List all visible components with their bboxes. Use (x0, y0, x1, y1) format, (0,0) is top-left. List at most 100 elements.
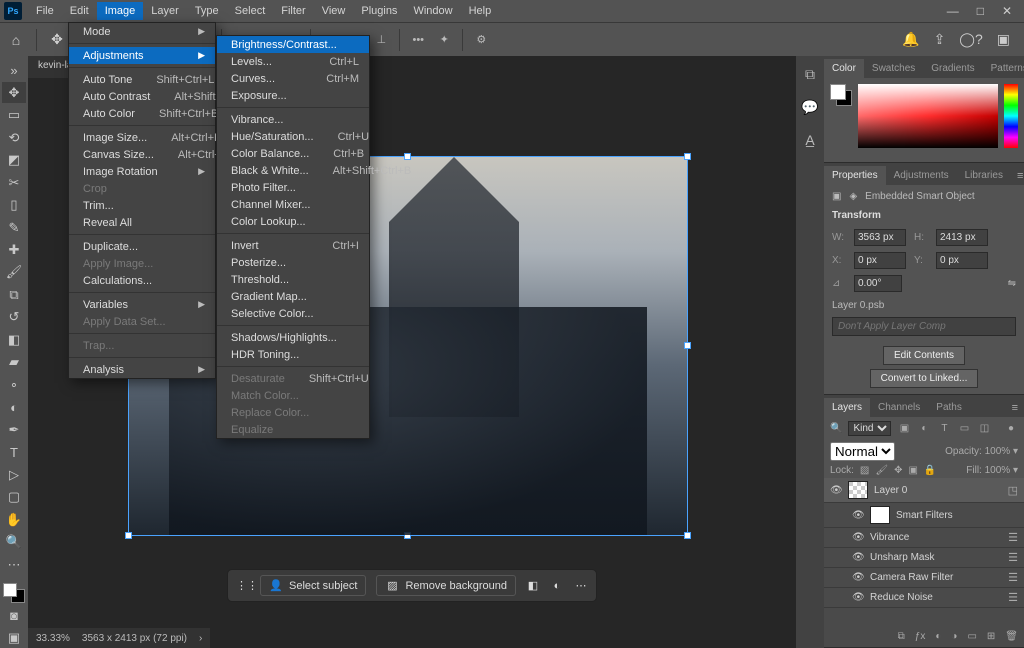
gradient-tool[interactable]: ▰ (2, 352, 26, 372)
edit-contents-button[interactable]: Edit Contents (883, 346, 965, 365)
panel-menu-icon[interactable]: ≡ (1011, 167, 1024, 185)
transform-handle[interactable] (404, 532, 411, 539)
menu-item-posterize[interactable]: Posterize... (217, 254, 369, 271)
drag-handle-icon[interactable]: ⋮⋮ (236, 579, 250, 592)
menu-item-duplicate[interactable]: Duplicate... (69, 238, 215, 255)
layer-comp-dropdown[interactable]: Don't Apply Layer Comp (832, 317, 1016, 336)
marquee-tool[interactable]: ▭ (2, 105, 26, 125)
move-tool-icon[interactable]: ✥ (47, 31, 67, 48)
menu-item-adjustments[interactable]: Adjustments▶ (69, 47, 215, 64)
visibility-eye-icon[interactable]: 👁 (852, 552, 864, 563)
comments-panel-icon[interactable]: 💬 (801, 99, 818, 116)
more-icon[interactable]: ⋯ (574, 579, 588, 592)
blend-mode-dropdown[interactable]: Normal (830, 442, 895, 461)
history-panel-icon[interactable]: ⧉ (805, 66, 815, 83)
menu-filter[interactable]: Filter (273, 2, 313, 20)
menu-item-analysis[interactable]: Analysis▶ (69, 361, 215, 378)
window-close-icon[interactable]: ✕ (1002, 4, 1012, 18)
filter-type-icon[interactable]: T (937, 423, 951, 434)
filter-kind-dropdown[interactable]: Kind (848, 421, 891, 436)
link-layers-icon[interactable]: ⧉ (898, 631, 905, 642)
filter-pixel-icon[interactable]: ▣ (897, 423, 911, 434)
tab-channels[interactable]: Channels (870, 398, 928, 417)
clone-stamp-tool[interactable]: ⧉ (2, 285, 26, 305)
properties-icon[interactable]: ◧ (526, 579, 540, 592)
menu-item-trim[interactable]: Trim... (69, 197, 215, 214)
menu-file[interactable]: File (28, 2, 62, 20)
smart-filter-row[interactable]: 👁Reduce Noise☰ (824, 588, 1024, 608)
menu-item-auto-color[interactable]: Auto ColorShift+Ctrl+B (69, 105, 215, 122)
new-group-icon[interactable]: ▭ (967, 631, 976, 642)
menu-item-auto-contrast[interactable]: Auto ContrastAlt+Shift+Ctrl+L (69, 88, 215, 105)
menu-item-curves[interactable]: Curves...Ctrl+M (217, 70, 369, 87)
home-icon[interactable]: ⌂ (6, 32, 26, 48)
hue-slider[interactable] (1004, 84, 1018, 148)
screen-mode-icon[interactable]: ▣ (2, 628, 26, 648)
eraser-tool[interactable]: ◧ (2, 330, 26, 350)
tab-paths[interactable]: Paths (928, 398, 970, 417)
brush-tool[interactable]: 🖌 (2, 262, 26, 282)
lock-artboard-icon[interactable]: ▣ (908, 465, 917, 476)
blur-tool[interactable]: ∘ (2, 375, 26, 395)
width-input[interactable] (854, 229, 906, 246)
frame-tool[interactable]: ▯ (2, 195, 26, 215)
eyedropper-tool[interactable]: ✎ (2, 217, 26, 237)
layer-row[interactable]: 👁 Layer 0 ◳ (824, 478, 1024, 503)
smart-filters-row[interactable]: 👁 Smart Filters (824, 503, 1024, 528)
menu-item-photo-filter[interactable]: Photo Filter... (217, 179, 369, 196)
menu-item-black-white[interactable]: Black & White...Alt+Shift+Ctrl+B (217, 162, 369, 179)
menu-item-auto-tone[interactable]: Auto ToneShift+Ctrl+L (69, 71, 215, 88)
dodge-tool[interactable]: ◐ (2, 397, 26, 417)
menu-type[interactable]: Type (187, 2, 227, 20)
panel-menu-icon[interactable]: ≡ (1006, 399, 1024, 417)
lasso-tool[interactable]: ⟲ (2, 127, 26, 147)
tab-adjustments[interactable]: Adjustments (886, 166, 957, 185)
menu-item-canvas-size[interactable]: Canvas Size...Alt+Ctrl+C (69, 146, 215, 163)
delete-layer-icon[interactable]: 🗑 (1005, 631, 1018, 642)
visibility-eye-icon[interactable]: 👁 (852, 532, 864, 543)
window-maximize-icon[interactable]: □ (977, 4, 984, 18)
settings-gear-icon[interactable]: ⚙ (473, 32, 489, 48)
adjustments-icon[interactable]: ◐ (550, 580, 564, 592)
window-minimize-icon[interactable]: — (947, 4, 959, 18)
transform-handle[interactable] (404, 153, 411, 160)
smart-filter-row[interactable]: 👁Vibrance☰ (824, 528, 1024, 548)
color-spectrum[interactable] (858, 84, 998, 148)
visibility-eye-icon[interactable]: 👁 (852, 510, 864, 521)
flip-horizontal-icon[interactable]: ⇋ (1008, 278, 1016, 289)
object-selection-tool[interactable]: ◩ (2, 150, 26, 170)
menu-item-mode[interactable]: Mode▶ (69, 23, 215, 40)
menu-item-hdr-toning[interactable]: HDR Toning... (217, 346, 369, 363)
menu-item-exposure[interactable]: Exposure... (217, 87, 369, 104)
zoom-level[interactable]: 33.33% (36, 633, 70, 644)
transform-handle[interactable] (125, 532, 132, 539)
transform-handle[interactable] (684, 342, 691, 349)
y-input[interactable] (936, 252, 988, 269)
zoom-tool[interactable]: 🔍 (2, 532, 26, 552)
height-input[interactable] (936, 229, 988, 246)
angle-input[interactable] (854, 275, 902, 292)
tab-swatches[interactable]: Swatches (864, 59, 923, 78)
menu-plugins[interactable]: Plugins (353, 2, 405, 20)
x-input[interactable] (854, 252, 906, 269)
menu-item-shadows-highlights[interactable]: Shadows/Highlights... (217, 329, 369, 346)
menu-layer[interactable]: Layer (143, 2, 187, 20)
select-subject-button[interactable]: 👤Select subject (260, 575, 366, 596)
remove-background-button[interactable]: ▨Remove background (376, 575, 516, 596)
character-panel-icon[interactable]: A̲ (805, 132, 814, 148)
smart-filter-row[interactable]: 👁Unsharp Mask☰ (824, 548, 1024, 568)
menu-item-invert[interactable]: InvertCtrl+I (217, 237, 369, 254)
menu-edit[interactable]: Edit (62, 2, 97, 20)
tab-gradients[interactable]: Gradients (923, 59, 982, 78)
menu-item-image-rotation[interactable]: Image Rotation▶ (69, 163, 215, 180)
filter-options-icon[interactable]: ☰ (1008, 571, 1018, 584)
pen-tool[interactable]: ✒ (2, 420, 26, 440)
filter-options-icon[interactable]: ☰ (1008, 591, 1018, 604)
menu-item-vibrance[interactable]: Vibrance... (217, 111, 369, 128)
color-swatch[interactable] (830, 84, 852, 106)
filter-options-icon[interactable]: ☰ (1008, 531, 1018, 544)
path-selection-tool[interactable]: ▷ (2, 464, 26, 484)
share-icon[interactable]: ⇪ (934, 31, 946, 48)
filter-smart-icon[interactable]: ◫ (977, 423, 991, 434)
tab-layers[interactable]: Layers (824, 398, 870, 417)
